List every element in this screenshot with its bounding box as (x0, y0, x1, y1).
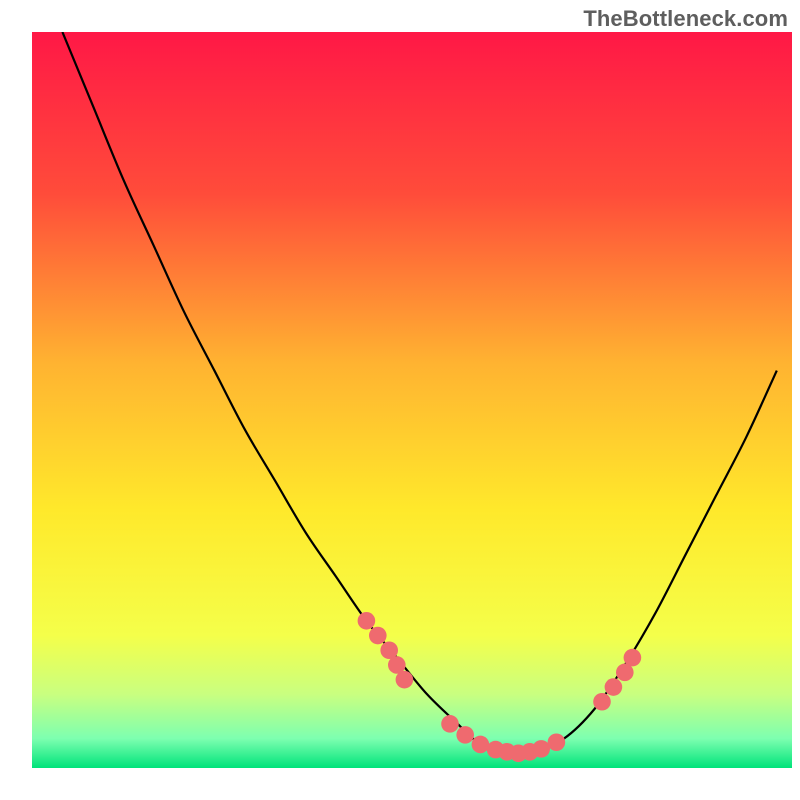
highlight-dot (396, 671, 414, 689)
highlight-dot (548, 733, 566, 751)
highlight-dot (456, 726, 474, 744)
highlight-dot (532, 740, 550, 758)
chart-canvas (0, 0, 800, 800)
highlight-dot (624, 649, 642, 667)
highlight-dot (358, 612, 376, 630)
highlight-dot (472, 736, 490, 754)
bottleneck-chart: TheBottleneck.com (0, 0, 800, 800)
highlight-dot (605, 678, 623, 696)
chart-background (32, 32, 792, 768)
highlight-dot (593, 693, 611, 711)
highlight-dot (441, 715, 459, 733)
highlight-dot (369, 627, 387, 645)
attribution-label: TheBottleneck.com (583, 6, 788, 32)
